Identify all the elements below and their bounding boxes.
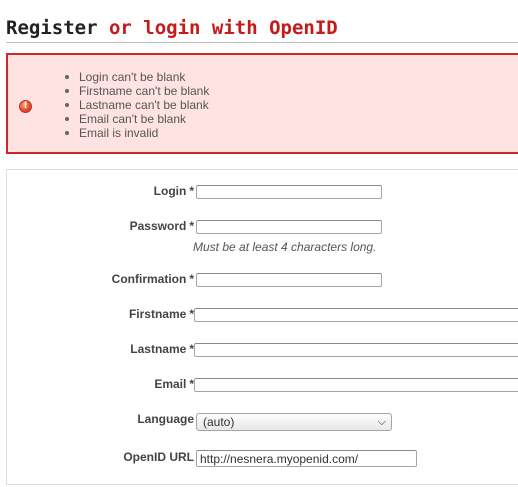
error-item: Lastname can't be blank (62, 98, 209, 112)
error-panel: ! Login can't be blank Firstname can't b… (6, 53, 518, 154)
email-label: Email * (154, 377, 194, 391)
error-icon: ! (19, 100, 32, 113)
openid-label: OpenID URL (123, 450, 194, 464)
email-input[interactable] (194, 378, 518, 392)
firstname-label: Firstname * (128, 307, 194, 321)
error-list: Login can't be blank Firstname can't be … (62, 70, 209, 140)
error-item: Email is invalid (62, 126, 209, 140)
login-input[interactable] (196, 185, 382, 199)
language-label: Language (137, 412, 194, 426)
registration-form: Login * Password * Must be at least 4 char… (6, 169, 518, 485)
confirmation-label: Confirmation * (111, 272, 194, 286)
page-title: Register (6, 17, 98, 39)
openid-url-input[interactable] (196, 450, 417, 467)
lastname-input[interactable] (194, 343, 518, 357)
login-label: Login * (153, 184, 194, 198)
error-item: Firstname can't be blank (62, 84, 209, 98)
firstname-input[interactable] (194, 308, 518, 322)
password-hint: Must be at least 4 characters long. (193, 240, 377, 254)
confirmation-input[interactable] (196, 273, 382, 287)
password-label: Password * (129, 219, 194, 233)
language-select[interactable]: (auto) ⌵ (196, 413, 392, 431)
page-heading: Register or login with OpenID (6, 17, 518, 43)
chevron-down-icon: ⌵ (377, 416, 386, 428)
error-item: Login can't be blank (62, 70, 209, 84)
password-input[interactable] (196, 220, 382, 234)
error-item: Email can't be blank (62, 112, 209, 126)
lastname-label: Lastname * (130, 342, 194, 356)
openid-login-link[interactable]: or login with OpenID (109, 17, 338, 39)
language-selected-value: (auto) (203, 415, 235, 429)
